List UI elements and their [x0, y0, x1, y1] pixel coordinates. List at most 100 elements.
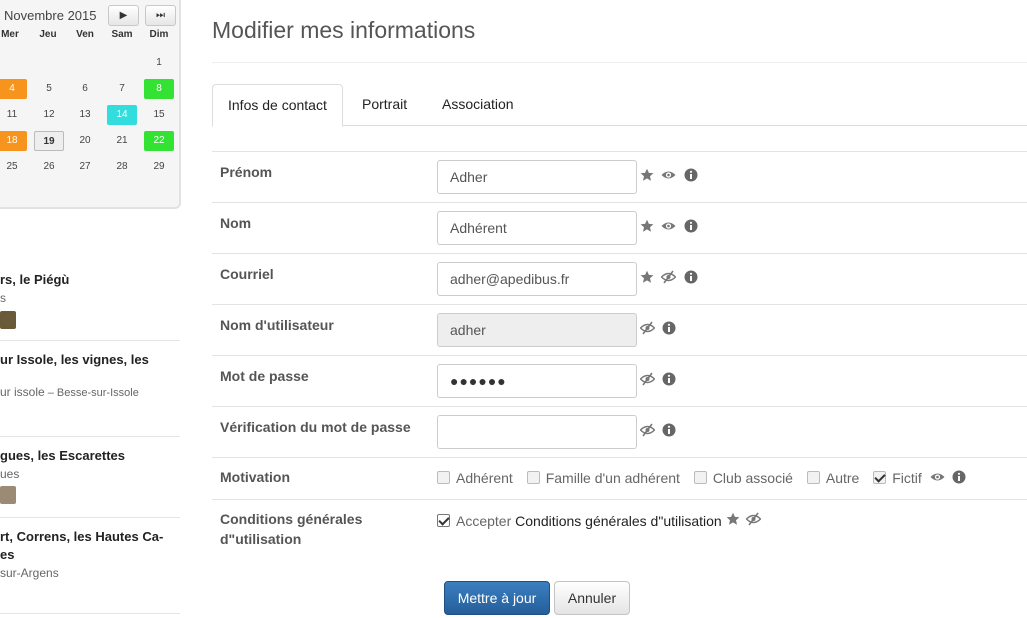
calendar-day[interactable]: 1 — [144, 53, 174, 73]
info-icon[interactable] — [662, 372, 676, 386]
checkbox-checked[interactable] — [873, 471, 887, 484]
calendar-day[interactable]: 26 — [34, 157, 64, 177]
hike-location: ues — [0, 467, 20, 481]
info-icon[interactable] — [952, 470, 966, 484]
hike-location: ur issole — [0, 385, 45, 399]
info-icon[interactable] — [662, 423, 676, 437]
hike-commune: – Besse-sur-Issole — [44, 387, 139, 399]
conditions-link[interactable]: Conditions générales d"utilisation — [515, 513, 722, 529]
checkbox[interactable] — [806, 471, 820, 484]
calendar-next-button[interactable]: ▶ — [108, 5, 139, 26]
hike-title[interactable]: rs, le Piégù — [0, 271, 180, 289]
calendar-day[interactable]: 5 — [34, 79, 64, 99]
calendar-day[interactable]: 4 — [0, 79, 27, 99]
star-icon[interactable] — [640, 219, 654, 233]
calendar-day[interactable]: 28 — [107, 157, 137, 177]
calendar-day[interactable]: 29 — [144, 157, 174, 177]
option-label: Famille d'un adhérent — [545, 470, 680, 486]
password-check-label: Vérification du mot de passe — [220, 419, 411, 435]
calendar-day-today[interactable]: 19 — [34, 131, 64, 151]
form-row-courriel: Courriel — [212, 253, 1027, 304]
star-icon[interactable] — [726, 512, 740, 526]
weekday-label: Sam — [111, 29, 133, 40]
conditions-accept: Accepter Conditions générales d"utilisat… — [437, 512, 764, 529]
motivation-option-famille[interactable]: Famille d'un adhérent — [526, 470, 680, 486]
hike-item[interactable]: rs, le Piégù s — [0, 271, 180, 307]
hike-location: sur-Argens — [0, 566, 59, 580]
divider — [212, 62, 1027, 63]
checkbox[interactable] — [437, 471, 450, 484]
password-check-input[interactable] — [437, 415, 637, 449]
calendar-day[interactable]: 15 — [144, 105, 174, 125]
eye-slash-icon[interactable] — [640, 321, 655, 335]
option-label: Adhérent — [456, 470, 513, 486]
eye-icon[interactable] — [661, 219, 676, 233]
calendar-day[interactable]: 11 — [0, 105, 27, 125]
info-icon[interactable] — [684, 219, 698, 233]
tab-contact[interactable]: Infos de contact — [212, 84, 343, 127]
conditions-label-line1: Conditions générales — [220, 511, 363, 527]
motivation-option-club[interactable]: Club associé — [693, 470, 793, 486]
calendar-day[interactable]: 21 — [107, 131, 137, 151]
form-row-prenom: Prénom — [212, 151, 1027, 202]
avatar — [0, 311, 16, 329]
hike-title-line1[interactable]: rt, Correns, les Hautes Ca- — [0, 528, 180, 546]
eye-icon[interactable] — [661, 168, 676, 182]
option-label: Autre — [825, 470, 860, 486]
username-label: Nom d'utilisateur — [220, 317, 334, 333]
hike-item[interactable]: ur Issole, les vignes, les ur issole – B… — [0, 351, 180, 402]
divider — [0, 340, 180, 341]
motivation-options: Adhérent Famille d'un adhérent Club asso… — [437, 470, 969, 486]
eye-slash-icon[interactable] — [661, 270, 677, 284]
calendar-day[interactable]: 8 — [144, 79, 174, 99]
nom-input[interactable] — [437, 211, 637, 245]
info-icon[interactable] — [684, 270, 698, 284]
calendar-day[interactable]: 22 — [144, 131, 174, 151]
calendar-day[interactable]: 6 — [70, 79, 100, 99]
calendar-day[interactable]: 20 — [70, 131, 100, 151]
form-row-username: Nom d'utilisateur — [212, 304, 1027, 355]
username-input — [437, 313, 637, 347]
hike-item[interactable]: gues, les Escarettes ues — [0, 447, 180, 483]
eye-slash-icon[interactable] — [746, 512, 762, 526]
motivation-option-adherent[interactable]: Adhérent — [437, 470, 513, 486]
password-input[interactable] — [437, 364, 637, 398]
email-input[interactable] — [437, 262, 637, 296]
prenom-input[interactable] — [437, 160, 637, 194]
checkbox[interactable] — [526, 471, 540, 484]
form-row-password: Mot de passe — [212, 355, 1027, 406]
hike-item[interactable]: rt, Correns, les Hautes Ca- es sur-Argen… — [0, 528, 180, 582]
hike-title[interactable]: gues, les Escarettes — [0, 447, 180, 465]
calendar-day[interactable]: 12 — [34, 105, 64, 125]
calendar-day[interactable]: 7 — [107, 79, 137, 99]
eye-icon[interactable] — [930, 470, 945, 484]
conditions-checkbox[interactable] — [437, 514, 450, 527]
update-button[interactable]: Mettre à jour — [444, 581, 550, 615]
info-icon[interactable] — [684, 168, 698, 182]
tab-portrait[interactable]: Portrait — [347, 84, 422, 126]
calendar-day[interactable]: 27 — [70, 157, 100, 177]
password-label: Mot de passe — [220, 368, 309, 384]
calendar: Novembre 2015 ▶ ⏭ Mer Jeu Ven Sam Dim 1 … — [0, 0, 181, 209]
calendar-day[interactable]: 13 — [70, 105, 100, 125]
calendar-last-button[interactable]: ⏭ — [145, 5, 176, 26]
calendar-day[interactable]: 18 — [0, 131, 27, 151]
calendar-day[interactable]: 14 — [107, 105, 137, 125]
eye-slash-icon[interactable] — [640, 372, 655, 386]
motivation-option-fictif[interactable]: Fictif — [873, 470, 922, 486]
eye-slash-icon[interactable] — [640, 423, 655, 437]
hike-title[interactable]: ur Issole, les vignes, les — [0, 351, 180, 369]
nom-label: Nom — [220, 215, 252, 231]
weekday-label: Ven — [76, 29, 94, 40]
star-icon[interactable] — [640, 168, 654, 182]
motivation-option-autre[interactable]: Autre — [806, 470, 860, 486]
hike-title-line2[interactable]: es — [0, 546, 180, 564]
cancel-button[interactable]: Annuler — [554, 581, 630, 615]
info-icon[interactable] — [662, 321, 676, 335]
divider — [0, 436, 180, 437]
tab-association[interactable]: Association — [427, 84, 529, 126]
star-icon[interactable] — [640, 270, 654, 284]
prenom-label: Prénom — [220, 164, 273, 180]
checkbox[interactable] — [693, 471, 707, 484]
calendar-day[interactable]: 25 — [0, 157, 27, 177]
